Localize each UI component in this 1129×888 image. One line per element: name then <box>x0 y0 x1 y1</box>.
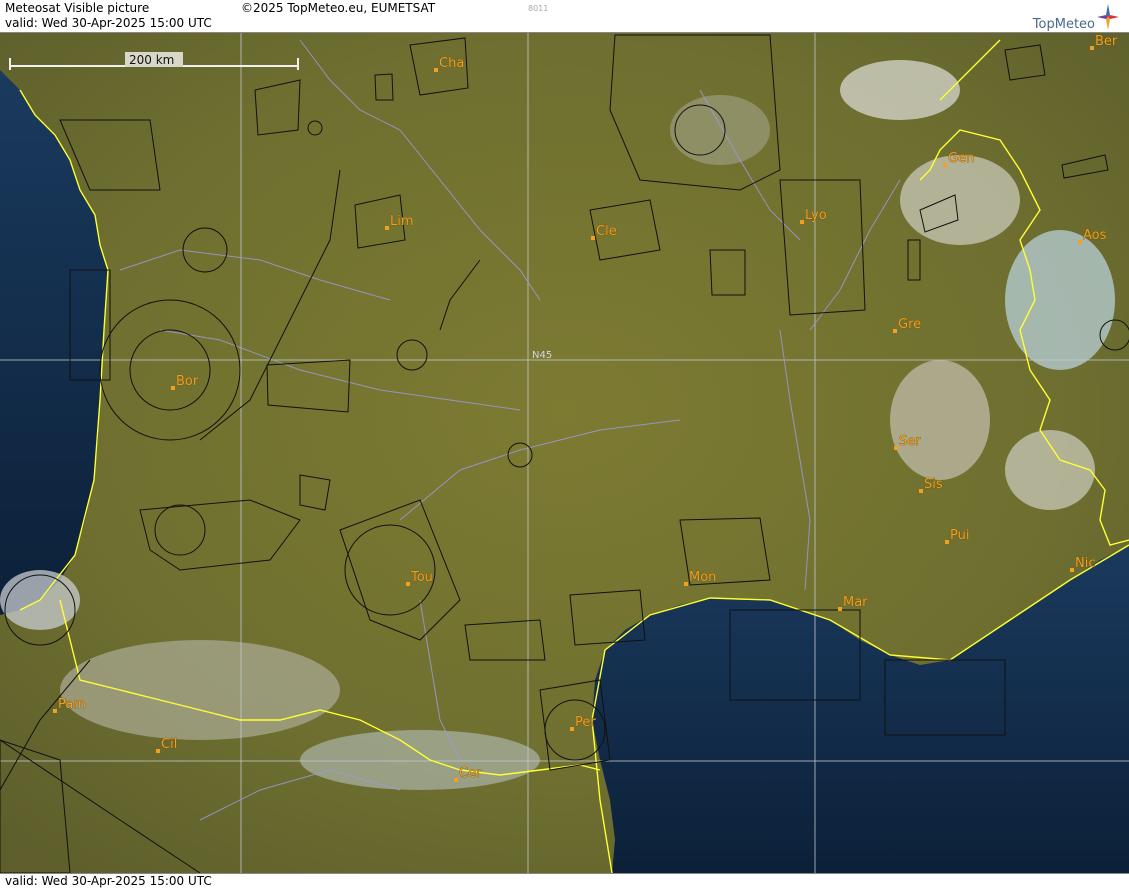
city-label: Pui <box>950 528 969 543</box>
city-marker <box>838 607 842 611</box>
city-marker <box>406 582 410 586</box>
city-label: Sis <box>924 477 943 492</box>
city-label: Tou <box>410 570 433 585</box>
city-marker <box>156 749 160 753</box>
topmeteo-logo: TopMeteo <box>1011 2 1121 32</box>
valid-time-top: valid: Wed 30-Apr-2025 15:00 UTC <box>5 16 212 30</box>
satellite-map[interactable]: N45 200 km ChaBerGenLimCleLyoAosGreBorSe… <box>0 33 1129 873</box>
city-marker <box>945 540 949 544</box>
city-marker <box>1070 568 1074 572</box>
city-label: Gre <box>898 317 921 332</box>
image-code: 8011 <box>528 4 549 13</box>
city-label: Mon <box>689 570 716 585</box>
city-marker <box>943 163 947 167</box>
city-marker <box>894 446 898 450</box>
city-label: Gen <box>948 151 974 166</box>
valid-time-bottom: valid: Wed 30-Apr-2025 15:00 UTC <box>5 874 212 888</box>
city-label: Cle <box>596 224 617 239</box>
city-label: Mar <box>843 595 868 610</box>
compass-star-icon <box>1097 4 1119 30</box>
city-marker <box>53 709 57 713</box>
city-marker <box>385 226 389 230</box>
scale-bar-label: 200 km <box>129 53 174 67</box>
product-title: Meteosat Visible picture <box>5 1 150 15</box>
footer-bar: valid: Wed 30-Apr-2025 15:00 UTC <box>0 873 1129 888</box>
header-bar: Meteosat Visible picture ©2025 TopMeteo.… <box>0 0 1129 33</box>
city-marker <box>171 386 175 390</box>
city-marker <box>684 582 688 586</box>
city-label: Lim <box>390 214 414 229</box>
city-marker <box>454 778 458 782</box>
city-label: Nic <box>1075 556 1095 571</box>
city-marker <box>1078 240 1082 244</box>
copyright-text: ©2025 TopMeteo.eu, EUMETSAT <box>241 1 436 15</box>
city-label: Bor <box>176 374 199 389</box>
city-marker <box>919 489 923 493</box>
city-label: Ser <box>899 434 921 449</box>
city-marker <box>800 220 804 224</box>
city-marker <box>893 329 897 333</box>
city-label: Cer <box>459 766 482 781</box>
brand-name: TopMeteo <box>1032 17 1095 32</box>
city-marker <box>591 236 595 240</box>
city-marker <box>434 68 438 72</box>
city-label: Lyo <box>805 208 827 223</box>
city-label: Cha <box>439 56 464 71</box>
city-marker <box>570 727 574 731</box>
city-label: Ber <box>1095 34 1118 49</box>
city-label: Pam <box>58 697 86 712</box>
city-label: Per <box>575 715 596 730</box>
city-label: Cil <box>161 737 177 752</box>
city-marker <box>1090 46 1094 50</box>
latitude-label: N45 <box>532 350 552 361</box>
city-label: Aos <box>1083 228 1107 243</box>
